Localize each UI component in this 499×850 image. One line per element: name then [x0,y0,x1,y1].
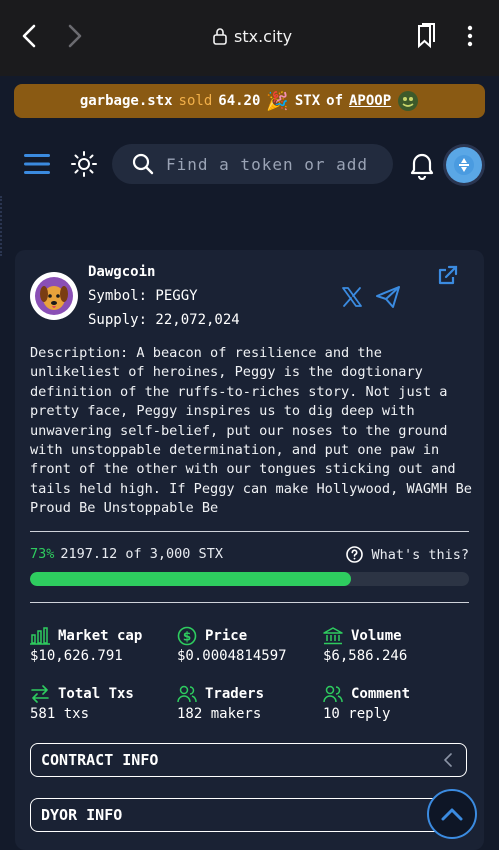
progress-bar [30,572,469,586]
dyor-info-label: DYOR INFO [41,806,123,824]
top-navigation [0,140,499,190]
ticker-action: sold [178,93,213,109]
volume-value: $6,586.246 [323,648,408,664]
total-txs-value: 581 txs [30,706,90,722]
stacks-logo-icon [454,155,474,175]
wallet-avatar[interactable] [446,147,482,183]
bookmarks-icon[interactable] [414,22,438,50]
more-options-icon[interactable] [458,22,482,50]
bonding-progress-line: 73% 2197.12 of 3,000 STX What's this? [30,546,469,566]
progress-bar-fill [30,572,352,586]
browser-toolbar: stx.city [0,0,499,77]
token-avatar [30,272,78,320]
trade-ticker[interactable]: garbage.stx sold 64.20 🎉 STX of APOOP [14,84,485,118]
stat-total-txs: Total Txs 581 txs [30,684,180,722]
total-txs-label: Total Txs [58,686,134,702]
divider [30,602,469,603]
stat-comment: Comment 10 reply [323,684,473,722]
dyor-info-accordion[interactable]: DYOR INFO [30,798,467,832]
address-bar[interactable]: stx.city [212,24,292,48]
whats-this-link[interactable]: What's this? [346,546,469,563]
market-cap-label: Market cap [58,628,143,644]
token-description: Description: A beacon of resilience and … [30,345,472,517]
dollar-circle-icon: $ [177,626,197,646]
progress-text: 2197.12 of 3,000 STX [60,546,223,562]
theme-toggle-sun-icon[interactable] [70,150,98,178]
search-bar[interactable] [112,144,393,184]
hamburger-menu-icon[interactable] [24,152,50,176]
decorative-dotted-line [0,196,4,256]
traders-value: 182 makers [177,706,262,722]
telegram-icon[interactable] [375,284,401,310]
token-card: Dawgcoin Symbol: PEGGY Supply: 22,072,02… [15,250,484,850]
market-cap-value: $10,626.791 [30,648,123,664]
ticker-token[interactable]: APOOP [349,93,391,109]
volume-label: Volume [351,628,402,644]
chevron-left-icon [444,753,452,767]
divider [30,531,469,532]
x-twitter-icon[interactable] [341,286,363,308]
page: garbage.stx sold 64.20 🎉 STX of APOOP Fi… [0,76,499,850]
party-popper-icon: 🎉 [266,90,289,112]
ticker-of: of [326,93,343,109]
progress-percent: 73% [30,546,55,562]
token-symbol: Symbol: PEGGY [88,288,198,304]
forward-arrow-icon[interactable] [62,22,86,50]
price-label: Price [205,628,248,644]
stat-traders: Traders 182 makers [177,684,327,722]
ticker-currency: STX [294,93,321,109]
token-name: Dawgcoin [88,264,156,280]
back-arrow-icon[interactable] [18,22,42,50]
stat-price: $ Price $0.0004814597 [177,626,327,664]
whats-this-label: What's this? [371,546,469,563]
users-comment-icon [323,685,343,703]
token-logo-icon [398,91,419,111]
swap-arrows-icon [31,685,49,703]
users-icon [177,685,197,703]
search-icon [132,153,154,175]
comment-label: Comment [351,686,411,702]
notification-bell-icon[interactable] [408,150,436,180]
stat-market-cap: Market cap $10,626.791 [30,626,180,664]
external-link-icon[interactable] [437,264,459,286]
comment-value: 10 reply [323,706,391,722]
url-text: stx.city [234,26,293,46]
lock-icon [213,28,227,45]
svg-text:$: $ [183,630,191,644]
contract-info-label: CONTRACT INFO [41,751,159,769]
stat-volume: Volume $6,586.246 [323,626,473,664]
bank-icon [323,627,343,645]
token-supply: Supply: 22,072,024 [88,312,240,328]
contract-info-accordion[interactable]: CONTRACT INFO [30,743,467,777]
scroll-to-top-button[interactable] [427,789,477,839]
chart-bars-icon [30,627,50,645]
dog-logo-icon [35,277,73,315]
search-input[interactable] [164,153,368,175]
ticker-user: garbage.stx [79,93,173,109]
traders-label: Traders [205,686,265,702]
chevron-up-icon [441,808,463,821]
price-value: $0.0004814597 [177,648,287,664]
ticker-amount: 64.20 [218,93,261,109]
question-circle-icon [346,546,364,563]
